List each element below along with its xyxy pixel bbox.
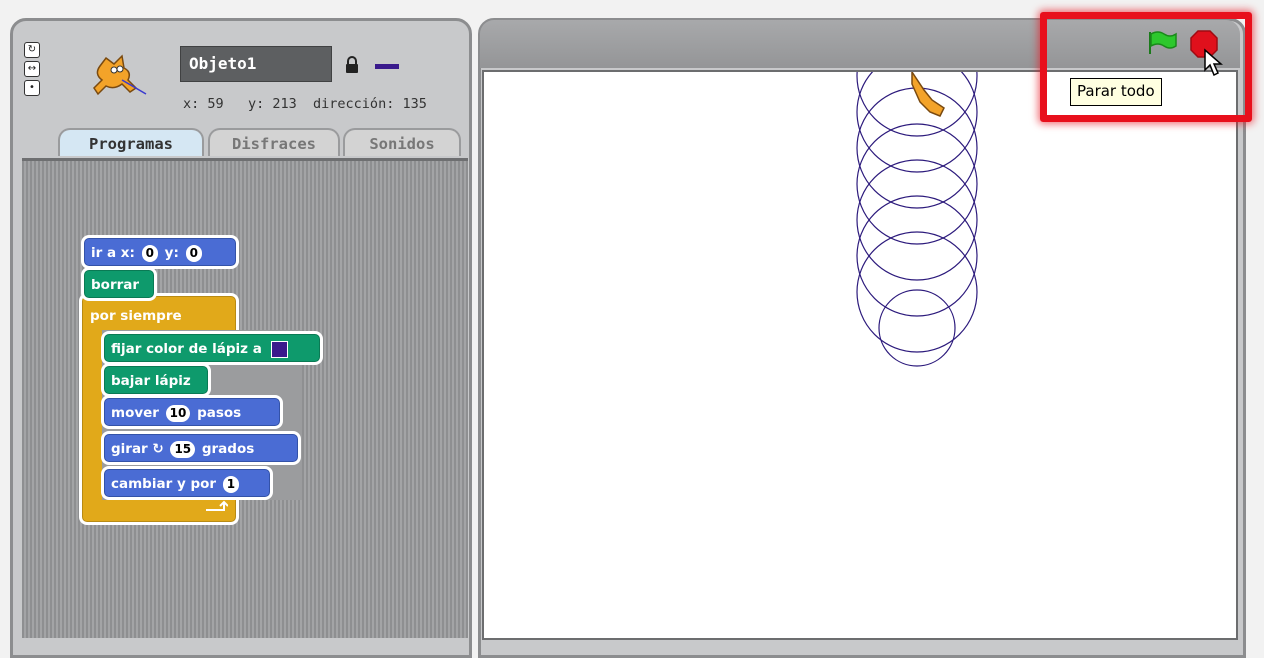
sprite-cat-icon bbox=[911, 72, 945, 117]
turn-degrees-input[interactable]: 15 bbox=[170, 440, 196, 458]
degrees-label: grados bbox=[201, 441, 255, 457]
clear-label: borrar bbox=[91, 277, 140, 293]
pen-down-block[interactable]: bajar lápiz bbox=[104, 366, 208, 394]
pen-color-swatch bbox=[375, 64, 399, 69]
stage-canvas[interactable] bbox=[482, 70, 1238, 640]
rotation-style-buttons: ↻ ↔ • bbox=[24, 42, 44, 99]
pen-color-input[interactable] bbox=[270, 340, 288, 358]
tab-sonidos[interactable]: Sonidos bbox=[343, 128, 461, 156]
move-steps-block[interactable]: mover 10 pasos bbox=[104, 398, 280, 426]
change-y-block[interactable]: cambiar y por 1 bbox=[104, 469, 270, 497]
rotate-all-around-icon[interactable]: ↻ bbox=[24, 42, 40, 58]
stop-all-tooltip: Parar todo bbox=[1070, 78, 1162, 106]
turn-label: girar bbox=[111, 441, 148, 457]
move-label: mover bbox=[111, 405, 159, 421]
turn-right-icon: ↻ bbox=[152, 441, 164, 457]
pen-drawing bbox=[856, 72, 978, 367]
move-steps-input[interactable]: 10 bbox=[165, 404, 191, 422]
tab-programas[interactable]: Programas bbox=[58, 128, 204, 156]
loop-arrow-icon bbox=[206, 500, 228, 511]
sprite-position-readout: x: 59 y: 213 dirección: 135 bbox=[183, 96, 427, 112]
no-rotate-icon[interactable]: • bbox=[24, 80, 40, 96]
goto-xy-block[interactable]: ir a x: 0 y: 0 bbox=[84, 238, 236, 266]
tab-disfraces[interactable]: Disfraces bbox=[208, 128, 340, 156]
change-y-input[interactable]: 1 bbox=[222, 475, 240, 493]
set-pen-color-label: fijar color de lápiz a bbox=[111, 341, 262, 357]
turn-degrees-block[interactable]: girar ↻ 15 grados bbox=[104, 434, 298, 462]
pen-down-label: bajar lápiz bbox=[111, 373, 191, 389]
sprite-name-field[interactable]: Objeto1 bbox=[180, 46, 332, 82]
goto-x-input[interactable]: 0 bbox=[141, 244, 158, 262]
set-pen-color-block[interactable]: fijar color de lápiz a bbox=[104, 334, 320, 362]
lock-icon[interactable] bbox=[345, 56, 359, 74]
sprite-thumbnail-icon[interactable] bbox=[84, 50, 156, 102]
clear-block[interactable]: borrar bbox=[84, 270, 154, 298]
goto-label: ir a x: bbox=[91, 245, 135, 261]
forever-block[interactable]: por siempre bbox=[84, 302, 234, 330]
goto-y-input[interactable]: 0 bbox=[185, 244, 202, 262]
change-y-label: cambiar y por bbox=[111, 476, 217, 492]
forever-label: por siempre bbox=[90, 308, 182, 324]
goto-y-label: y: bbox=[164, 245, 179, 261]
left-right-flip-icon[interactable]: ↔ bbox=[24, 61, 40, 77]
steps-label: pasos bbox=[197, 405, 242, 421]
